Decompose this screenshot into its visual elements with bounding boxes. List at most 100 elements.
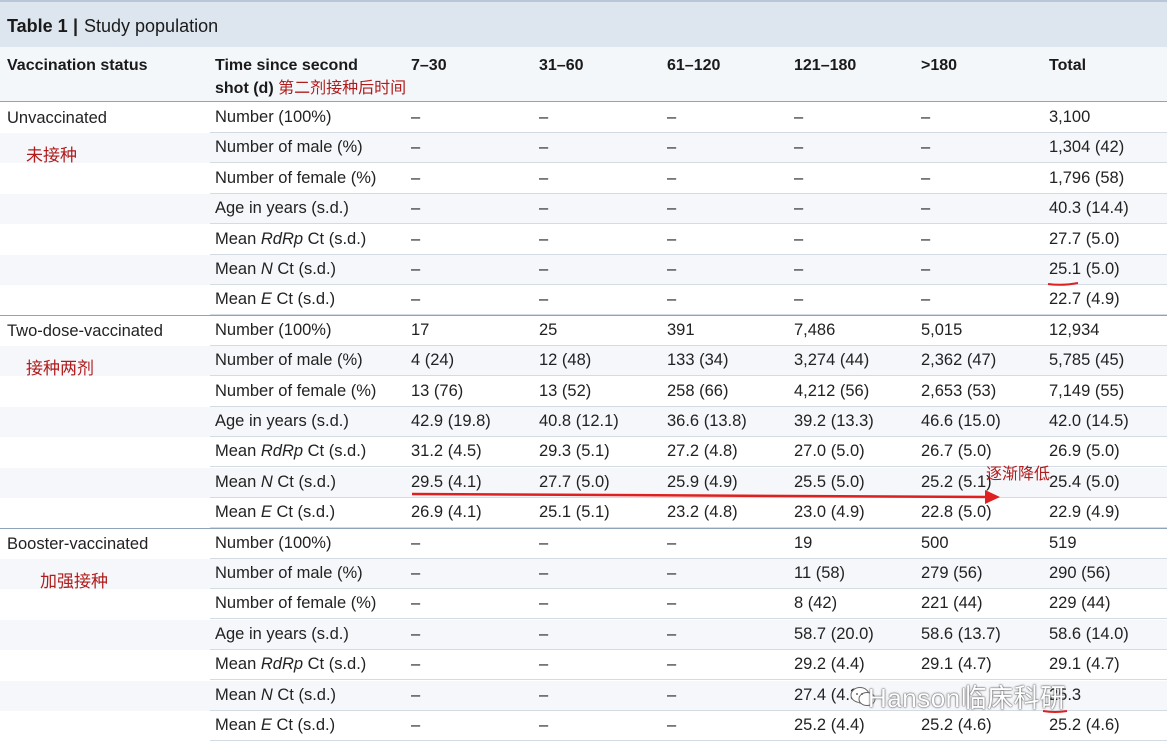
- row-label-post: Ct (s.d.): [303, 655, 367, 674]
- table-caption: Table 1 | Study population: [0, 0, 1167, 47]
- table-row: Age in years (s.d.) 42.9 (19.8) 40.8 (12.1…: [0, 407, 1167, 437]
- row-label-em: E: [260, 716, 272, 734]
- table-cell: 13 (76): [411, 381, 464, 400]
- row-label: Number of female (%): [215, 382, 376, 401]
- table-cell: –: [411, 564, 421, 582]
- row-label: Age in years (s.d.): [215, 412, 349, 431]
- table-cell: –: [411, 655, 421, 674]
- table-cell: –: [539, 624, 549, 643]
- table-cell: 7,486: [794, 320, 836, 339]
- table-cell: –: [667, 290, 677, 309]
- group-label: Unvaccinated: [7, 109, 107, 127]
- row-label: Number of male (%): [215, 138, 363, 157]
- table-cell: 391: [667, 320, 695, 339]
- row-label: Number of male (%): [215, 564, 363, 583]
- table-row: Number (100%) – – – 19 500 519: [0, 529, 1167, 559]
- table-row: Age in years (s.d.) – – – 58.7 (20.0) 58.6 (1…: [0, 619, 1167, 650]
- table-row: Number of female (%) – – – – – 1,796 (58): [0, 164, 1167, 194]
- row-label-pre: Number (100%): [215, 533, 332, 552]
- table-row: Number (100%) – – – – – 3,100: [0, 103, 1167, 133]
- header-col-31-60: 31–60: [539, 57, 584, 74]
- table-row: Mean RdRp Ct (s.d.) 31.2 (4.5) 29.3 (5.1) 2…: [0, 437, 1167, 468]
- table-cell: 25.1 (5.0): [1049, 260, 1120, 278]
- header-col-over-180: >180: [921, 57, 958, 74]
- header-col-7-30: 7–30: [411, 57, 447, 74]
- table-cell: –: [667, 564, 677, 582]
- table-cell: 1,796 (58): [1049, 168, 1125, 187]
- table-cell: –: [411, 594, 421, 613]
- table-row: Mean E Ct (s.d.) 26.9 (4.1) 25.1 (5.1) 23.2…: [0, 498, 1167, 529]
- row-label-pre: Number of female (%): [215, 381, 377, 400]
- table-cell: –: [539, 290, 549, 309]
- table-cell: 4,212 (56): [794, 381, 870, 400]
- table-cell: 27.0 (5.0): [794, 442, 865, 461]
- table-cell: –: [794, 290, 804, 309]
- row-label-pre: Mean: [215, 716, 261, 734]
- table-row: Number of female (%) – – – 8 (42) 221 (44) 229…: [0, 589, 1167, 620]
- table-cell: 13 (52): [539, 381, 592, 400]
- row-label-em: E: [260, 503, 272, 522]
- row-label: Mean N Ct (s.d.): [215, 473, 336, 492]
- table-cell: –: [411, 685, 421, 704]
- row-label-post: Ct (s.d.): [272, 260, 337, 278]
- table-cell: –: [539, 685, 549, 704]
- row-label-pre: Mean: [215, 442, 261, 461]
- table-cell: –: [539, 533, 549, 552]
- table-cell: 258 (66): [667, 381, 729, 400]
- row-label: Mean RdRp Ct (s.d.): [215, 655, 366, 674]
- table-cell: –: [411, 229, 421, 248]
- table-row: Mean E Ct (s.d.) – – – – – 22.7 (4.9): [0, 285, 1167, 316]
- header-col-121-180: 121–180: [794, 57, 857, 74]
- row-label-pre: Mean: [215, 472, 261, 491]
- table-cell: 23.2 (4.8): [667, 503, 738, 522]
- table-cell: –: [667, 594, 677, 613]
- table-row: Number of male (%) – – – 11 (58) 279 (56) 290 …: [0, 559, 1167, 589]
- table-cell: 27.2 (4.8): [667, 442, 738, 461]
- table-cell: 29.1 (4.7): [1049, 655, 1120, 674]
- table-cell: –: [667, 624, 677, 643]
- row-label: Mean N Ct (s.d.): [215, 260, 336, 279]
- table-cell: 1,304 (42): [1049, 138, 1125, 157]
- row-label-post: Ct (s.d.): [303, 442, 367, 461]
- table-cell: –: [411, 199, 421, 218]
- table-cell: –: [667, 108, 677, 126]
- row-label-pre: Number of male (%): [215, 351, 363, 370]
- row-label: Mean E Ct (s.d.): [215, 290, 335, 309]
- header-time-cn: 第二剂接种后时间: [278, 78, 407, 97]
- table-title: Study population: [84, 16, 219, 36]
- table-cell: 29.5 (4.1): [411, 472, 482, 491]
- table-cell: 42.0 (14.5): [1049, 412, 1129, 430]
- table-row: Age in years (s.d.) – – – – – 40.3 (14.4): [0, 194, 1167, 225]
- table-cell: –: [921, 168, 931, 187]
- table-cell: 39.2 (13.3): [794, 412, 874, 430]
- table-cell: 229 (44): [1049, 594, 1111, 613]
- table-cell: –: [667, 229, 677, 248]
- table-cell: 7,149 (55): [1049, 381, 1125, 400]
- header-time-line1: Time since second: [215, 57, 358, 74]
- table-cell: 42.9 (19.8): [411, 412, 491, 430]
- row-label-pre: Mean: [215, 685, 261, 704]
- table-row: Number of female (%) 13 (76) 13 (52) 258 (6…: [0, 377, 1167, 407]
- table-cell: 25.1 (5.1): [539, 503, 610, 522]
- row-label-post: Ct (s.d.): [303, 229, 367, 248]
- table-cell: –: [667, 533, 677, 552]
- table-cell: –: [921, 260, 931, 278]
- table-cell: –: [411, 260, 421, 278]
- table-cell: 46.6 (15.0): [921, 412, 1001, 430]
- row-label-post: Ct (s.d.): [271, 290, 336, 309]
- table-cell: –: [921, 138, 931, 157]
- row-label-em: RdRp: [260, 655, 304, 674]
- row-label-pre: Age in years (s.d.): [215, 624, 349, 643]
- table-cell: 22.7 (4.9): [1049, 290, 1120, 309]
- header-vaccination-status: Vaccination status: [7, 57, 148, 74]
- table-cell: 23.0 (4.9): [794, 503, 865, 522]
- row-label-pre: Number (100%): [215, 320, 332, 339]
- row-label-pre: Mean: [215, 229, 261, 248]
- row-label-post: Ct (s.d.): [271, 716, 336, 734]
- row-label-pre: Number of male (%): [215, 138, 363, 157]
- table-cell: –: [539, 229, 549, 248]
- table-cell: 12 (48): [539, 351, 592, 370]
- table-cell: 40.8 (12.1): [539, 412, 619, 430]
- row-label: Number (100%): [215, 534, 331, 553]
- table-cell: 29.2 (4.4): [794, 655, 865, 674]
